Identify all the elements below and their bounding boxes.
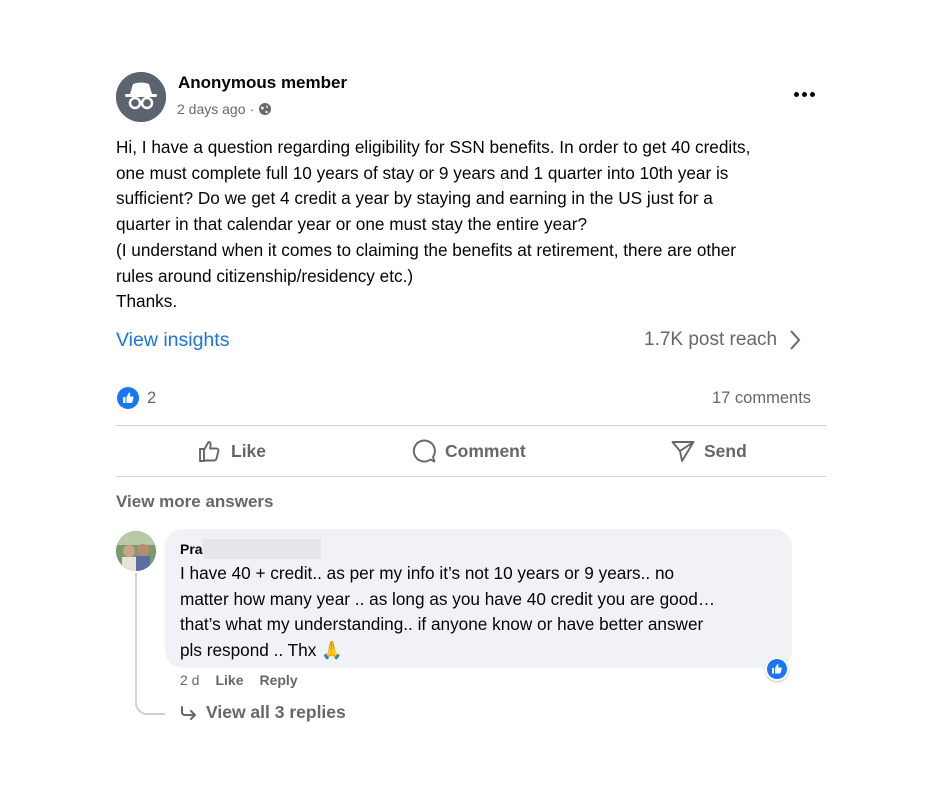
like-button[interactable]: Like [197, 436, 266, 466]
divider [116, 476, 826, 477]
comment-text: I have 40 + credit.. as per my info it’s… [180, 561, 780, 663]
post-time[interactable]: 2 days ago [177, 101, 246, 117]
reply-arrow-icon [181, 705, 196, 720]
profile-photo-icon [116, 531, 156, 571]
comment-label: Comment [445, 440, 526, 461]
more-options-button[interactable] [790, 84, 818, 104]
post-body-line: rules around citizenship/residency etc.) [116, 265, 414, 286]
post-body-line: one must complete full 10 years of stay … [116, 162, 729, 183]
like-reaction-icon[interactable] [117, 387, 139, 409]
comment-time[interactable]: 2 d [180, 672, 199, 688]
post-body-line: (I understand when it comes to claiming … [116, 239, 737, 260]
like-reaction-icon [767, 659, 787, 679]
send-label: Send [704, 440, 747, 461]
comment-reply-button[interactable]: Reply [259, 672, 297, 688]
send-button[interactable]: Send [670, 436, 747, 466]
more-dot [801, 91, 807, 97]
comment-like-button[interactable]: Like [215, 672, 243, 688]
view-all-replies-button[interactable]: View all 3 replies [180, 702, 346, 723]
post-body-line: sufficient? Do we get 4 credit a year by… [116, 188, 713, 209]
comment-actions: 2 d Like Reply [180, 672, 298, 688]
like-label: Like [231, 440, 267, 461]
chevron-right-icon [790, 330, 801, 350]
post-body-line: quarter in that calendar year or one mus… [116, 214, 588, 235]
redacted-name-block [203, 539, 321, 559]
post-reach-button[interactable]: 1.7K post reach [644, 329, 801, 351]
post-meta: 2 days ago · [177, 101, 272, 117]
view-insights-link[interactable]: View insights [116, 329, 229, 352]
comment-reaction-badge[interactable] [765, 657, 789, 681]
anonymous-avatar[interactable] [116, 72, 166, 122]
reaction-count[interactable]: 2 [147, 389, 156, 408]
thumbs-up-icon [123, 392, 134, 403]
comments-count[interactable]: 17 comments [712, 389, 811, 408]
globe-icon [259, 103, 272, 115]
post-body-line: Hi, I have a question regarding eligibil… [116, 137, 751, 157]
send-icon [671, 441, 695, 462]
commenter-avatar[interactable] [116, 531, 156, 571]
comment-icon [412, 439, 436, 463]
comment-button[interactable]: Comment [411, 436, 526, 466]
thumbs-up-outline-icon [199, 441, 220, 462]
incognito-icon [116, 72, 166, 122]
comment-line: matter how many year .. as long as you h… [180, 588, 716, 609]
more-horizontal-icon [793, 91, 799, 97]
comment-line: I have 40 + credit.. as per my info it’s… [180, 563, 675, 583]
post-body: Hi, I have a question regarding eligibil… [116, 135, 836, 315]
divider [116, 425, 826, 426]
comment-line: that’s what my understanding.. if anyone… [180, 614, 704, 634]
commenter-name[interactable]: Pra [180, 541, 203, 557]
post-author[interactable]: Anonymous member [178, 73, 347, 93]
view-more-answers-link[interactable]: View more answers [116, 492, 274, 512]
view-all-replies-label: View all 3 replies [206, 702, 346, 722]
comment-line: pls respond .. Thx 🙏 [180, 639, 343, 660]
post-body-line: Thanks. [116, 291, 178, 312]
more-dot [809, 91, 815, 97]
post-reach-text: 1.7K post reach [644, 329, 778, 350]
meta-separator: · [249, 101, 255, 117]
thread-line [135, 573, 165, 715]
